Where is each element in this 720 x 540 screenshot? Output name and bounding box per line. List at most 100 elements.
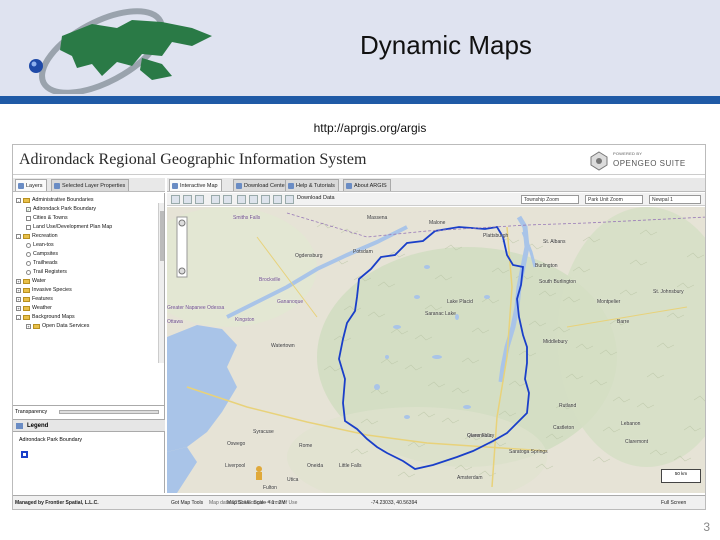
map-place-label: Little Falls bbox=[339, 463, 362, 469]
opengeo-logo-icon bbox=[590, 151, 608, 171]
layer-label: Campsites bbox=[33, 251, 59, 257]
print-icon[interactable] bbox=[273, 195, 282, 204]
map-place-label: Lebanon bbox=[621, 421, 641, 427]
expand-icon[interactable]: + bbox=[16, 296, 21, 302]
basemap-select[interactable]: Newpal 1 bbox=[649, 195, 701, 204]
folder-icon bbox=[23, 233, 30, 239]
transparency-slider[interactable] bbox=[59, 410, 159, 414]
folder-icon bbox=[23, 278, 30, 284]
layer-item[interactable]: Lean-tos bbox=[26, 242, 54, 251]
expand-icon[interactable]: + bbox=[16, 278, 21, 284]
tab-help-tutorials[interactable]: Help & Tutorials bbox=[285, 179, 339, 191]
brand-powered-by: POWERED BY bbox=[613, 151, 643, 156]
street-view-pegman-icon[interactable] bbox=[256, 466, 262, 480]
map-scale-text: Map Scale: Scale = 1 : 2M bbox=[227, 500, 286, 506]
layer-checkbox[interactable] bbox=[26, 215, 31, 221]
legend-header[interactable]: Legend bbox=[13, 419, 165, 432]
layer-radio[interactable] bbox=[26, 260, 31, 266]
tab-layers[interactable]: Layers bbox=[15, 179, 47, 191]
layer-folder[interactable]: - Administrative Boundaries bbox=[16, 197, 94, 206]
map-place-label: Plattsburgh bbox=[483, 233, 509, 239]
layer-label: Trailheads bbox=[33, 260, 58, 266]
collapse-icon[interactable]: - bbox=[16, 314, 21, 320]
layer-folder[interactable]: - Background Maps bbox=[16, 314, 75, 323]
collapse-icon[interactable]: - bbox=[16, 233, 21, 239]
layer-checkbox[interactable] bbox=[26, 224, 31, 230]
scrollbar-thumb[interactable] bbox=[160, 211, 164, 261]
layer-label: Background Maps bbox=[32, 314, 75, 320]
map-place-label: Odessa bbox=[207, 305, 225, 311]
full-screen-button[interactable]: Full Screen bbox=[661, 500, 686, 506]
layer-item[interactable]: Land Use/Development Plan Map bbox=[26, 224, 112, 233]
map-zoom-control[interactable] bbox=[176, 216, 188, 278]
layer-item[interactable]: Cities & Towns bbox=[26, 215, 68, 224]
pan-tool-icon[interactable] bbox=[171, 195, 180, 204]
app-title: Adirondack Regional Geographic Informati… bbox=[19, 151, 367, 168]
folder-icon bbox=[23, 287, 30, 293]
page-number: 3 bbox=[703, 520, 710, 534]
expand-icon[interactable]: + bbox=[16, 305, 21, 311]
argis-app-window: Adirondack Regional Geographic Informati… bbox=[12, 144, 706, 510]
folder-icon bbox=[23, 197, 30, 203]
tab-icon bbox=[18, 183, 24, 189]
map-place-label: Fulton bbox=[263, 485, 277, 491]
expand-icon[interactable]: + bbox=[16, 287, 21, 293]
folder-icon bbox=[33, 323, 40, 329]
app-header: Adirondack Regional Geographic Informati… bbox=[13, 145, 705, 175]
layer-folder[interactable]: + Invasive Species bbox=[16, 287, 72, 296]
folder-icon bbox=[23, 314, 30, 320]
identify-tool-icon[interactable] bbox=[237, 195, 246, 204]
township-zoom-select[interactable]: Township Zoom bbox=[521, 195, 579, 204]
map-tools-button[interactable]: Got Map Tools bbox=[171, 500, 203, 506]
zoom-in-tool-icon[interactable] bbox=[183, 195, 192, 204]
layers-panel: - Administrative Boundaries ✓ Adirondack Pa… bbox=[13, 193, 165, 493]
map-place-label: Greater Napanee bbox=[167, 305, 206, 311]
layer-radio[interactable] bbox=[26, 242, 31, 248]
layer-item[interactable]: Campsites bbox=[26, 251, 58, 260]
managed-by-text: Managed by Frontier Spatial, L.L.C. bbox=[15, 500, 99, 506]
tab-interactive-map[interactable]: Interactive Map bbox=[169, 179, 222, 191]
tab-label: Selected Layer Properties bbox=[62, 183, 126, 189]
measure-area-icon[interactable] bbox=[261, 195, 270, 204]
map-place-label: Burlington bbox=[535, 263, 558, 269]
map-place-label: Utica bbox=[287, 477, 299, 483]
layer-item[interactable]: Trailheads bbox=[26, 260, 58, 269]
layer-folder[interactable]: + Features bbox=[16, 296, 53, 305]
map-place-label: Barre bbox=[617, 319, 630, 325]
layer-item[interactable]: Trail Registers bbox=[26, 269, 67, 278]
layer-checkbox[interactable]: ✓ bbox=[26, 206, 31, 212]
tab-selected-layer-properties[interactable]: Selected Layer Properties bbox=[51, 179, 130, 191]
map-place-label: Rome bbox=[299, 443, 313, 449]
back-arrow-icon[interactable] bbox=[211, 195, 220, 204]
slide-header-rule bbox=[0, 96, 720, 104]
zoom-out-tool-icon[interactable] bbox=[195, 195, 204, 204]
tab-label: Download Center bbox=[244, 183, 287, 189]
collapse-icon[interactable]: - bbox=[16, 197, 21, 203]
measure-length-icon[interactable] bbox=[249, 195, 258, 204]
map-place-label: Queensbury bbox=[467, 433, 495, 439]
map-place-label: Castleton bbox=[553, 425, 575, 431]
layer-folder[interactable]: + Open Data Services bbox=[26, 323, 89, 332]
right-tabbar: Interactive Map Download Center Help & Tut… bbox=[167, 178, 705, 192]
layer-label: Features bbox=[32, 296, 53, 302]
layer-folder[interactable]: + Water bbox=[16, 278, 46, 287]
map-place-label: Syracuse bbox=[253, 429, 274, 435]
map-place-label: Smiths Falls bbox=[233, 215, 261, 221]
map-place-label: South Burlington bbox=[539, 279, 576, 285]
tab-download-center[interactable]: Download Center bbox=[233, 179, 291, 191]
tab-about-argis[interactable]: About ARGIS bbox=[343, 179, 391, 191]
forward-arrow-icon[interactable] bbox=[223, 195, 232, 204]
map-canvas bbox=[167, 207, 705, 493]
interactive-map[interactable]: Smiths Falls Ogdensburg Brockville Potsdam M… bbox=[167, 207, 705, 493]
layer-tree-scrollbar[interactable] bbox=[158, 203, 164, 363]
tab-label: About ARGIS bbox=[354, 183, 387, 189]
layer-item[interactable]: ✓ Adirondack Park Boundary bbox=[26, 206, 96, 215]
expand-icon[interactable]: + bbox=[26, 323, 31, 329]
layer-radio[interactable] bbox=[26, 269, 31, 275]
download-icon[interactable] bbox=[285, 195, 294, 204]
layer-radio[interactable] bbox=[26, 251, 31, 257]
layer-folder[interactable]: - Recreation bbox=[16, 233, 58, 242]
park-unit-zoom-select[interactable]: Park Unit Zoom bbox=[585, 195, 643, 204]
layer-folder[interactable]: + Weather bbox=[16, 305, 52, 314]
download-data-button[interactable]: Download Data bbox=[297, 195, 335, 201]
